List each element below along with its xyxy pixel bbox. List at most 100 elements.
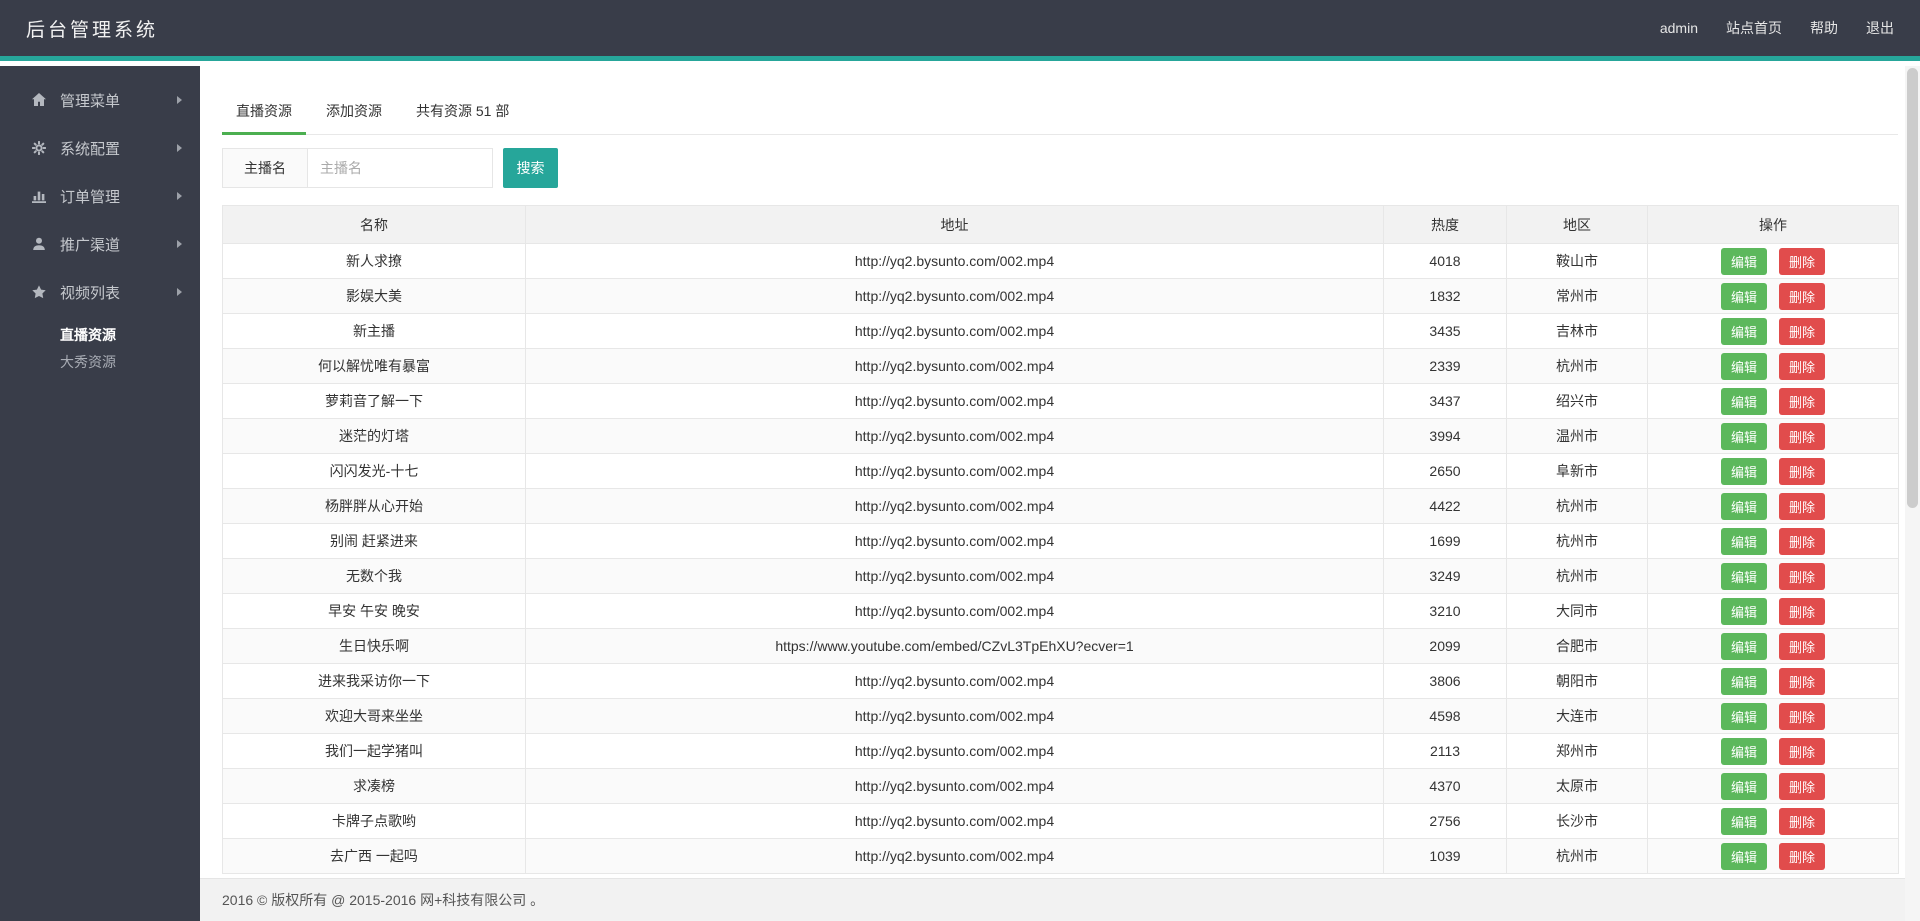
cell-name: 影娱大美	[222, 278, 526, 314]
cell-operations: 编辑 删除	[1647, 698, 1899, 734]
cell-area: 杭州市	[1506, 348, 1648, 384]
edit-button[interactable]: 编辑	[1720, 737, 1767, 765]
sidebar-item-label: 推广渠道	[60, 236, 121, 254]
chevron-right-icon	[177, 144, 182, 152]
cell-url: http://yq2.bysunto.com/002.mp4	[525, 243, 1384, 279]
cell-heat: 3806	[1383, 663, 1507, 699]
edit-button[interactable]: 编辑	[1720, 597, 1767, 625]
navbar-link-admin[interactable]: admin	[1660, 20, 1698, 36]
edit-button[interactable]: 编辑	[1720, 317, 1767, 345]
edit-button[interactable]: 编辑	[1720, 352, 1767, 380]
tab-add-resource[interactable]: 添加资源	[312, 93, 396, 135]
cell-name: 何以解忧唯有暴富	[222, 348, 526, 384]
delete-button[interactable]: 删除	[1779, 807, 1826, 835]
cell-area: 朝阳市	[1506, 663, 1648, 699]
tab-live-resources[interactable]: 直播资源	[222, 93, 306, 135]
tab-bar: 直播资源 添加资源 共有资源 51 部	[222, 93, 1898, 135]
tab-resource-count[interactable]: 共有资源 51 部	[402, 93, 523, 135]
cell-url: http://yq2.bysunto.com/002.mp4	[525, 348, 1384, 384]
delete-button[interactable]: 删除	[1779, 352, 1826, 380]
cell-area: 大连市	[1506, 698, 1648, 734]
scrollbar-thumb[interactable]	[1907, 68, 1918, 508]
sidebar-item-label: 订单管理	[60, 188, 121, 206]
footer: 2016 © 版权所有 @ 2015-2016 网+科技有限公司 。	[200, 878, 1920, 921]
sidebar-subitem-show-resources[interactable]: 大秀资源	[0, 349, 200, 376]
bar-chart-icon	[31, 188, 51, 204]
delete-button[interactable]: 删除	[1779, 702, 1826, 730]
edit-button[interactable]: 编辑	[1720, 457, 1767, 485]
search-button[interactable]: 搜索	[503, 148, 558, 188]
edit-button[interactable]: 编辑	[1720, 667, 1767, 695]
cell-operations: 编辑 删除	[1647, 453, 1899, 489]
cell-name: 迷茫的灯塔	[222, 418, 526, 454]
cell-operations: 编辑 删除	[1647, 558, 1899, 594]
cell-url: http://yq2.bysunto.com/002.mp4	[525, 453, 1384, 489]
sidebar-item-system[interactable]: 系统配置	[0, 124, 200, 172]
delete-button[interactable]: 删除	[1779, 317, 1826, 345]
sidebar: 管理菜单 系统配置订单管理推广渠道视频列表直播资源 大秀资源	[0, 66, 200, 921]
delete-button[interactable]: 删除	[1779, 247, 1826, 275]
edit-button[interactable]: 编辑	[1720, 282, 1767, 310]
cell-url: http://yq2.bysunto.com/002.mp4	[525, 768, 1384, 804]
cell-name: 去广西 一起吗	[222, 838, 526, 874]
cell-heat: 4422	[1383, 488, 1507, 524]
delete-button[interactable]: 删除	[1779, 667, 1826, 695]
home-icon	[31, 92, 51, 108]
cell-area: 鞍山市	[1506, 243, 1648, 279]
cell-heat: 1039	[1383, 838, 1507, 874]
cell-url: http://yq2.bysunto.com/002.mp4	[525, 663, 1384, 699]
navbar-link-site-home[interactable]: 站点首页	[1726, 18, 1782, 38]
cell-area: 温州市	[1506, 418, 1648, 454]
cell-heat: 3249	[1383, 558, 1507, 594]
cell-name: 杨胖胖从心开始	[222, 488, 526, 524]
search-input[interactable]	[308, 148, 493, 188]
delete-button[interactable]: 删除	[1779, 597, 1826, 625]
edit-button[interactable]: 编辑	[1720, 247, 1767, 275]
edit-button[interactable]: 编辑	[1720, 632, 1767, 660]
cell-operations: 编辑 删除	[1647, 733, 1899, 769]
edit-button[interactable]: 编辑	[1720, 387, 1767, 415]
table-row: 何以解忧唯有暴富 http://yq2.bysunto.com/002.mp4 23…	[222, 348, 1899, 384]
sidebar-item-menu[interactable]: 管理菜单	[0, 76, 200, 124]
cell-heat: 2756	[1383, 803, 1507, 839]
edit-button[interactable]: 编辑	[1720, 842, 1767, 870]
delete-button[interactable]: 删除	[1779, 772, 1826, 800]
edit-button[interactable]: 编辑	[1720, 772, 1767, 800]
edit-button[interactable]: 编辑	[1720, 492, 1767, 520]
delete-button[interactable]: 删除	[1779, 527, 1826, 555]
cell-area: 杭州市	[1506, 523, 1648, 559]
cell-url: http://yq2.bysunto.com/002.mp4	[525, 593, 1384, 629]
search-form: 主播名 搜索	[222, 148, 1898, 188]
cell-name: 新主播	[222, 313, 526, 349]
sidebar-item-promotion[interactable]: 推广渠道	[0, 220, 200, 268]
cell-operations: 编辑 删除	[1647, 278, 1899, 314]
edit-button[interactable]: 编辑	[1720, 562, 1767, 590]
sidebar-item-orders[interactable]: 订单管理	[0, 172, 200, 220]
cell-area: 太原市	[1506, 768, 1648, 804]
edit-button[interactable]: 编辑	[1720, 422, 1767, 450]
delete-button[interactable]: 删除	[1779, 492, 1826, 520]
scrollbar-track[interactable]	[1905, 66, 1920, 921]
delete-button[interactable]: 删除	[1779, 562, 1826, 590]
sidebar-subitem-live-resources[interactable]: 直播资源	[0, 322, 200, 349]
table-row: 进来我采访你一下 http://yq2.bysunto.com/002.mp4 38…	[222, 663, 1899, 699]
delete-button[interactable]: 删除	[1779, 737, 1826, 765]
delete-button[interactable]: 删除	[1779, 282, 1826, 310]
column-header: 地区	[1506, 205, 1648, 244]
edit-button[interactable]: 编辑	[1720, 527, 1767, 555]
delete-button[interactable]: 删除	[1779, 457, 1826, 485]
delete-button[interactable]: 删除	[1779, 842, 1826, 870]
navbar-link-logout[interactable]: 退出	[1866, 18, 1894, 38]
navbar-link-help[interactable]: 帮助	[1810, 18, 1838, 38]
delete-button[interactable]: 删除	[1779, 422, 1826, 450]
delete-button[interactable]: 删除	[1779, 387, 1826, 415]
sidebar-item-videos[interactable]: 视频列表	[0, 268, 200, 316]
table-row: 早安 午安 晚安 http://yq2.bysunto.com/002.mp4 32…	[222, 593, 1899, 629]
cell-name: 萝莉音了解一下	[222, 383, 526, 419]
cell-area: 杭州市	[1506, 558, 1648, 594]
delete-button[interactable]: 删除	[1779, 632, 1826, 660]
cell-url: http://yq2.bysunto.com/002.mp4	[525, 418, 1384, 454]
edit-button[interactable]: 编辑	[1720, 807, 1767, 835]
star-icon	[31, 284, 51, 300]
edit-button[interactable]: 编辑	[1720, 702, 1767, 730]
